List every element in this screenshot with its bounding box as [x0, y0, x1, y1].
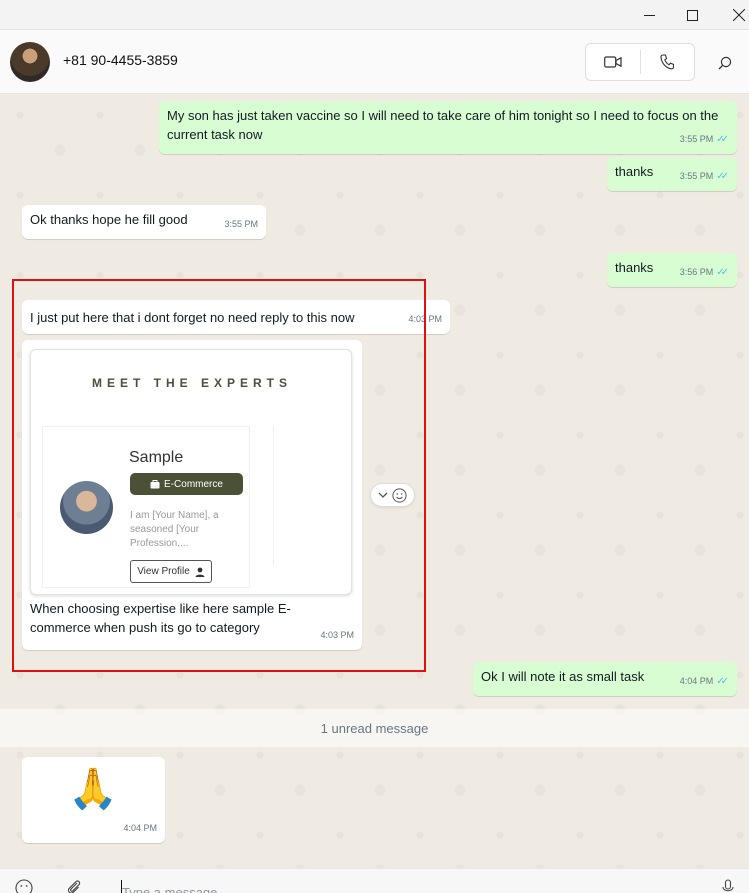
message-composer: [0, 868, 749, 893]
search-icon: [718, 56, 732, 70]
message-time: 4:04 PM: [123, 823, 157, 833]
praying-hands-emoji: 🙏: [68, 766, 118, 812]
message-bubble-outgoing[interactable]: thanks 3:56 PM ✓✓: [607, 253, 737, 287]
message-time: 3:55 PM: [679, 134, 714, 144]
close-button[interactable]: [716, 0, 749, 30]
minimize-icon: [643, 14, 655, 16]
contact-name[interactable]: +81 90-4455-3859: [63, 52, 178, 68]
emoji-icon: [15, 879, 33, 893]
read-receipt-icon: ✓✓: [716, 267, 729, 278]
message-meta: 4:04 PM ✓✓: [680, 672, 729, 691]
message-meta: 3:56 PM ✓✓: [680, 263, 729, 282]
message-meta: 3:55 PM: [224, 215, 258, 234]
video-call-icon: [603, 56, 622, 68]
emoji-button[interactable]: [14, 879, 34, 893]
call-buttons: [585, 43, 695, 81]
message-bubble-incoming[interactable]: Ok thanks hope he fill good 3:55 PM: [22, 205, 266, 239]
message-bubble-outgoing[interactable]: My son has just taken vaccine so I will …: [159, 101, 737, 154]
window-titlebar: [0, 0, 749, 30]
read-receipt-icon: ✓✓: [716, 134, 729, 145]
microphone-button[interactable]: [718, 879, 738, 893]
message-input[interactable]: [122, 882, 682, 893]
message-time: 4:04 PM: [679, 676, 714, 686]
message-time: 3:56 PM: [679, 267, 714, 277]
unread-divider: 1 unread message: [0, 709, 749, 747]
voice-call-icon: [660, 54, 675, 70]
message-meta: 3:55 PM ✓✓: [680, 130, 729, 149]
maximize-button[interactable]: [669, 0, 715, 30]
message-bubble-outgoing[interactable]: thanks 3:55 PM ✓✓: [607, 157, 737, 191]
message-bubble-incoming[interactable]: 🙏 4:04 PM: [22, 757, 165, 843]
avatar[interactable]: [10, 42, 50, 82]
chat-header: +81 90-4455-3859: [0, 30, 749, 94]
message-bubble-outgoing[interactable]: Ok I will note it as small task 4:04 PM …: [473, 662, 737, 696]
message-time: 3:55 PM: [679, 171, 714, 181]
message-time: 3:55 PM: [224, 219, 258, 229]
maximize-icon: [686, 9, 698, 21]
read-receipt-icon: ✓✓: [716, 676, 729, 687]
message-text: My son has just taken vaccine so I will …: [167, 108, 719, 142]
microphone-icon: [722, 879, 734, 892]
minimize-button[interactable]: [626, 0, 672, 30]
highlight-annotation-box: [12, 279, 426, 672]
video-call-button[interactable]: [586, 44, 640, 80]
read-receipt-icon: ✓✓: [716, 171, 729, 182]
chat-pane[interactable]: My son has just taken vaccine so I will …: [0, 95, 749, 868]
close-icon: [733, 9, 745, 21]
search-button[interactable]: [712, 50, 738, 76]
unread-label: 1 unread message: [320, 720, 429, 736]
attach-icon: [67, 880, 81, 893]
message-meta: 4:04 PM: [123, 819, 157, 838]
voice-call-button[interactable]: [640, 44, 694, 80]
attach-button[interactable]: [64, 879, 84, 893]
message-meta: 3:55 PM ✓✓: [680, 167, 729, 186]
